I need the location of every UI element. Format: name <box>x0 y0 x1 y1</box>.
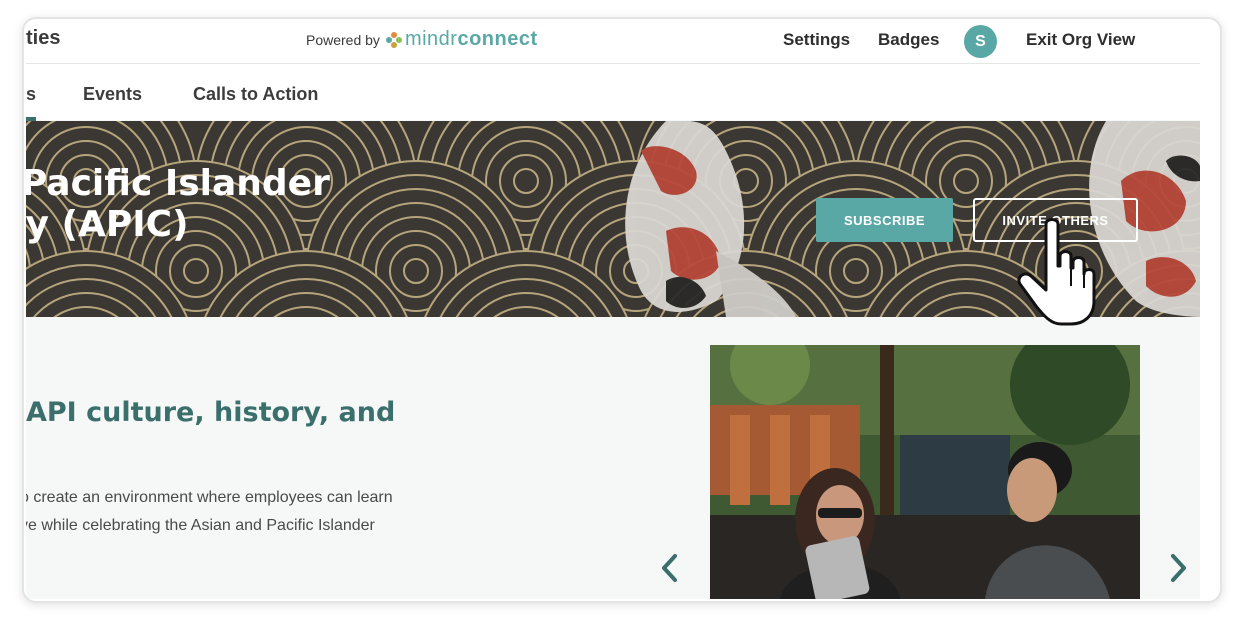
nav-badges-link[interactable]: Badges <box>878 30 939 50</box>
tab-events[interactable]: Events <box>83 84 142 105</box>
logo-word-mindr: mindr <box>404 28 458 50</box>
org-title-fragment: ties <box>26 27 61 49</box>
logo-word-connect: connect <box>457 28 538 50</box>
nav-settings-link[interactable]: Settings <box>783 30 850 50</box>
tab-bar: s Events Calls to Action <box>26 64 1200 120</box>
user-avatar[interactable]: S <box>964 25 997 58</box>
powered-by-text: Powered by <box>306 31 380 48</box>
community-title: l Pacific Islander ity (APIC) <box>26 163 330 245</box>
mindr-logo-icon <box>385 31 402 48</box>
subscribe-button[interactable]: SUBSCRIBE <box>816 198 953 242</box>
hand-pointer-icon <box>1017 218 1096 326</box>
exit-org-view-link[interactable]: Exit Org View <box>1026 30 1135 50</box>
top-header: ties Powered by mindr connect Settings B… <box>26 21 1200 64</box>
chevron-left-icon[interactable] <box>658 553 682 583</box>
community-photo <box>710 345 1140 599</box>
powered-by-logo: Powered by mindr connect <box>306 28 538 51</box>
community-description: o create an environment where employees … <box>26 484 440 540</box>
tab-calls-to-action[interactable]: Calls to Action <box>193 84 318 105</box>
tab-active-fragment[interactable]: s <box>26 84 36 105</box>
community-title-line2: ity (APIC) <box>26 204 189 245</box>
description-line2: ve while celebrating the Asian and Pacif… <box>26 517 375 534</box>
section-headline: API culture, history, and <box>26 397 396 428</box>
chevron-right-icon[interactable] <box>1166 553 1190 583</box>
description-line1: o create an environment where employees … <box>26 489 393 506</box>
community-title-line1: l Pacific Islander <box>26 163 330 204</box>
